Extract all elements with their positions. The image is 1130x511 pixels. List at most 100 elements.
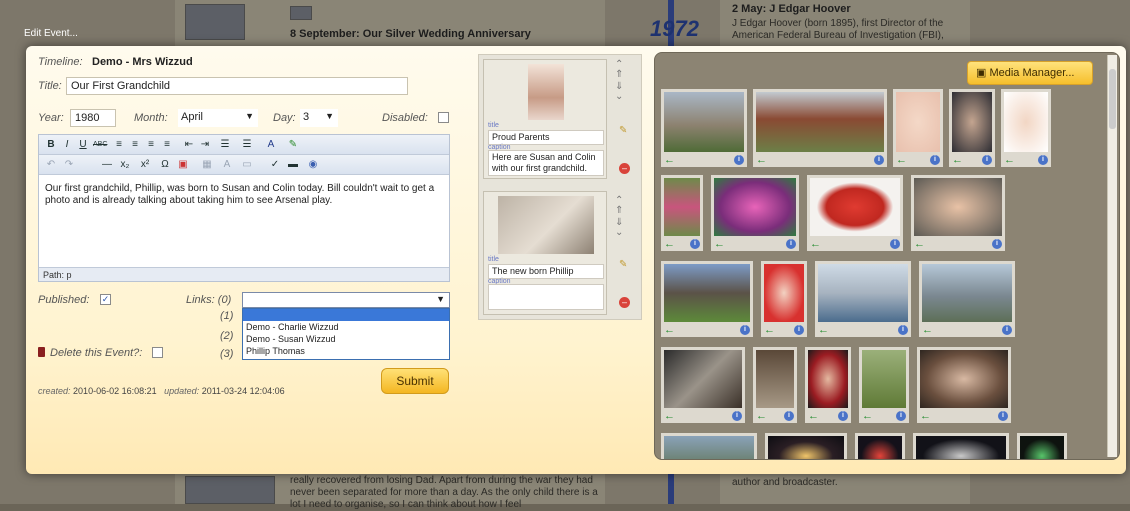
delete-event-checkbox[interactable] (152, 347, 163, 358)
media-caption-input[interactable]: Here are Susan and Colin with our first … (488, 150, 604, 176)
add-arrow-icon[interactable]: ← (664, 155, 675, 166)
gallery-tile[interactable]: ← i (661, 261, 753, 337)
info-icon[interactable]: i (690, 239, 700, 249)
dropdown-option[interactable]: Demo - Susan Wizzud (243, 333, 449, 345)
gallery-tile[interactable]: ← i (753, 347, 797, 423)
gallery-tile[interactable] (913, 433, 1009, 459)
add-arrow-icon[interactable]: ← (664, 239, 675, 250)
undo-button[interactable]: ↶ (43, 157, 59, 173)
gallery-tile[interactable]: ← i (661, 89, 747, 167)
submit-button[interactable]: Submit (381, 368, 449, 394)
media-manager-button[interactable]: ▣ Media Manager... (967, 61, 1093, 85)
add-arrow-icon[interactable]: ← (756, 411, 767, 422)
add-arrow-icon[interactable]: ← (896, 155, 907, 166)
add-arrow-icon[interactable]: ← (1004, 155, 1015, 166)
indent-button[interactable]: ⇥ (197, 137, 213, 153)
justify-button[interactable]: ≡ (159, 137, 175, 153)
info-icon[interactable]: i (740, 325, 750, 335)
italic-button[interactable]: I (59, 137, 75, 153)
media-title-input[interactable]: Proud Parents (488, 130, 604, 145)
media-thumbnail[interactable] (498, 196, 594, 254)
info-icon[interactable]: i (784, 411, 794, 421)
edit-pencil-icon[interactable]: ✎ (619, 125, 629, 136)
gallery-tile[interactable]: ← i (1001, 89, 1051, 167)
info-icon[interactable]: i (838, 411, 848, 421)
gallery-tile[interactable]: ← i (753, 89, 887, 167)
add-arrow-icon[interactable]: ← (714, 239, 725, 250)
gallery-tile[interactable]: ← i (805, 347, 851, 423)
info-icon[interactable]: i (998, 411, 1008, 421)
add-arrow-icon[interactable]: ← (756, 155, 767, 166)
dropdown-option[interactable]: Phillip Thomas (243, 345, 449, 357)
redo-button[interactable]: ↷ (61, 157, 77, 173)
info-icon[interactable]: i (1038, 155, 1048, 165)
cleanup-button[interactable]: ▬ (285, 157, 301, 173)
gallery-tile[interactable]: ← i (911, 175, 1005, 251)
dropdown-option[interactable]: Demo - Charlie Wizzud (243, 321, 449, 333)
gallery-tile[interactable] (661, 433, 757, 459)
add-arrow-icon[interactable]: ← (914, 239, 925, 250)
gallery-tile[interactable]: ← i (661, 347, 745, 423)
move-down-icon[interactable]: ⌄ (615, 227, 623, 238)
info-icon[interactable]: i (982, 155, 992, 165)
media-thumbnail[interactable] (528, 64, 564, 120)
disabled-checkbox[interactable] (438, 112, 449, 123)
table-button[interactable]: ▦ (199, 157, 215, 173)
gallery-scrollbar[interactable] (1107, 55, 1117, 457)
year-input[interactable]: 1980 (70, 109, 116, 127)
remove-icon[interactable]: – (619, 297, 630, 308)
add-arrow-icon[interactable]: ← (664, 325, 675, 336)
edit-pencil-icon[interactable]: ✎ (619, 259, 629, 270)
bullet-list-button[interactable]: ☰ (217, 137, 233, 153)
gallery-tile[interactable]: ← i (949, 89, 995, 167)
font-button[interactable]: A (219, 157, 235, 173)
link-0-select[interactable]: ▼ (242, 292, 450, 308)
text-color-button[interactable]: A (263, 137, 279, 153)
spellcheck-button[interactable]: ✓ (267, 157, 283, 173)
add-arrow-icon[interactable]: ← (808, 411, 819, 422)
superscript-button[interactable]: x² (137, 157, 153, 173)
add-arrow-icon[interactable]: ← (764, 325, 775, 336)
add-arrow-icon[interactable]: ← (818, 325, 829, 336)
move-top-icon[interactable]: ⇑ (615, 69, 623, 80)
highlight-button[interactable]: ✎ (285, 137, 301, 153)
gallery-tile[interactable]: ← i (893, 89, 943, 167)
info-icon[interactable]: i (794, 325, 804, 335)
info-icon[interactable]: i (890, 239, 900, 249)
gallery-tile[interactable] (1017, 433, 1067, 459)
align-right-button[interactable]: ≡ (143, 137, 159, 153)
info-icon[interactable]: i (896, 411, 906, 421)
scrollbar-thumb[interactable] (1109, 69, 1116, 129)
gallery-tile[interactable]: ← i (661, 175, 703, 251)
align-left-button[interactable]: ≡ (111, 137, 127, 153)
help-button[interactable]: ◉ (305, 157, 321, 173)
gallery-tile[interactable]: ← i (807, 175, 903, 251)
info-icon[interactable]: i (732, 411, 742, 421)
gallery-tile[interactable]: ← i (917, 347, 1011, 423)
gallery-tile[interactable]: ← i (919, 261, 1015, 337)
outdent-button[interactable]: ⇤ (181, 137, 197, 153)
add-arrow-icon[interactable]: ← (952, 155, 963, 166)
editor-body[interactable]: Our first grandchild, Phillip, was born … (45, 183, 443, 207)
gallery-tile[interactable]: ← i (711, 175, 799, 251)
add-arrow-icon[interactable]: ← (810, 239, 821, 250)
gallery-tile[interactable] (765, 433, 847, 459)
info-icon[interactable]: i (930, 155, 940, 165)
info-icon[interactable]: i (874, 155, 884, 165)
info-icon[interactable]: i (898, 325, 908, 335)
numbered-list-button[interactable]: ☰ (239, 137, 255, 153)
abbr-button[interactable]: ▭ (239, 157, 255, 173)
month-select[interactable]: April ▼ (178, 109, 258, 127)
horizontal-rule-button[interactable]: — (99, 157, 115, 173)
special-char-button[interactable]: Ω (157, 157, 173, 173)
media-title-input[interactable]: The new born Phillip (488, 264, 604, 279)
info-icon[interactable]: i (992, 239, 1002, 249)
bold-button[interactable]: B (43, 137, 59, 153)
add-arrow-icon[interactable]: ← (922, 325, 933, 336)
dropdown-option-blank[interactable] (243, 309, 449, 321)
remove-icon[interactable]: – (619, 163, 630, 174)
add-arrow-icon[interactable]: ← (862, 411, 873, 422)
subscript-button[interactable]: x₂ (117, 157, 133, 173)
info-icon[interactable]: i (734, 155, 744, 165)
title-input[interactable]: Our First Grandchild (66, 77, 408, 95)
